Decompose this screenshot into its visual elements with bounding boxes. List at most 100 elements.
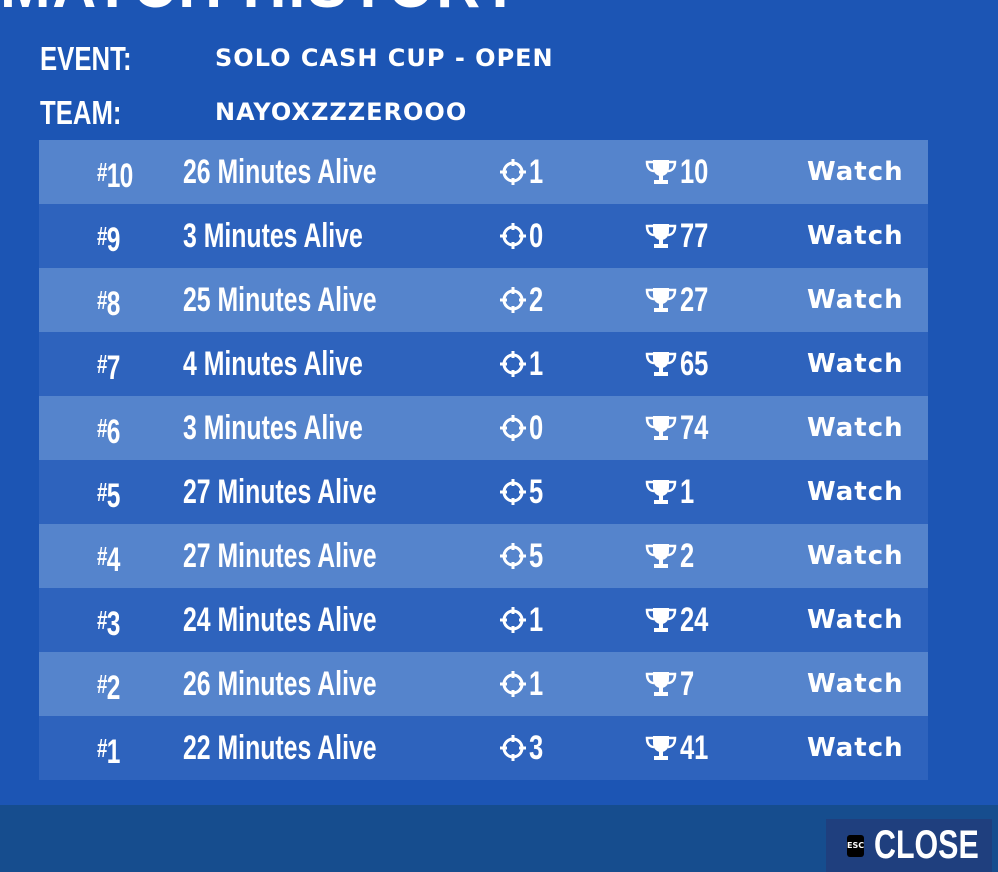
trophy-icon — [645, 606, 680, 634]
eliminations: 1 — [499, 588, 548, 652]
elims-value: 0 — [529, 409, 544, 447]
watch-button[interactable]: Watch — [807, 460, 904, 524]
elims-value: 0 — [529, 217, 544, 255]
placement: #8 — [97, 285, 121, 323]
trophy-icon — [645, 350, 680, 378]
elims-value: 2 — [529, 281, 544, 319]
watch-button[interactable]: Watch — [807, 652, 904, 716]
time-alive: 25 Minutes Alive — [183, 281, 377, 319]
score: 65 — [645, 332, 718, 396]
crosshair-icon — [499, 734, 529, 762]
placement: #2 — [97, 669, 121, 707]
watch-button[interactable]: Watch — [807, 332, 904, 396]
crosshair-icon — [499, 414, 529, 442]
match-row: #8 25 Minutes Alive 2 27 Watch — [39, 268, 928, 332]
event-value: SOLO CASH CUP - OPEN — [215, 44, 554, 72]
placement-value: 1 — [106, 733, 121, 771]
score-value: 77 — [680, 217, 709, 255]
team-label: TEAM: — [40, 94, 122, 131]
placement: #9 — [97, 221, 121, 259]
trophy-icon — [645, 222, 680, 250]
score: 77 — [645, 204, 718, 268]
match-row: #7 4 Minutes Alive 1 65 Watch — [39, 332, 928, 396]
eliminations: 0 — [499, 204, 548, 268]
crosshair-icon — [499, 606, 529, 634]
score: 27 — [645, 268, 718, 332]
event-label: EVENT: — [40, 40, 132, 77]
trophy-icon — [645, 542, 680, 570]
page-title-clipped: MATCH HISTORY — [0, 0, 998, 10]
score-value: 10 — [680, 153, 709, 191]
esc-key-icon: ESC — [847, 834, 865, 857]
watch-button[interactable]: Watch — [807, 268, 904, 332]
placement-value: 4 — [106, 541, 121, 579]
elims-value: 1 — [529, 153, 544, 191]
crosshair-icon — [499, 670, 529, 698]
team-value: NAYOXZZZEROOO — [215, 98, 468, 126]
trophy-icon — [645, 286, 680, 314]
eliminations: 2 — [499, 268, 548, 332]
placement-value: 2 — [106, 669, 121, 707]
eliminations: 1 — [499, 140, 548, 204]
score-value: 2 — [680, 537, 695, 575]
score-value: 1 — [680, 473, 695, 511]
elims-value: 1 — [529, 345, 544, 383]
placement: #1 — [97, 733, 121, 771]
close-label: CLOSE — [874, 823, 979, 867]
score: 7 — [645, 652, 699, 716]
crosshair-icon — [499, 158, 529, 186]
match-row: #3 24 Minutes Alive 1 24 Watch — [39, 588, 928, 652]
watch-button[interactable]: Watch — [807, 204, 904, 268]
placement-value: 6 — [106, 413, 121, 451]
score-value: 65 — [680, 345, 709, 383]
crosshair-icon — [499, 542, 529, 570]
watch-button[interactable]: Watch — [807, 396, 904, 460]
placement: #4 — [97, 541, 121, 579]
eliminations: 5 — [499, 460, 548, 524]
match-row: #6 3 Minutes Alive 0 74 Watch — [39, 396, 928, 460]
watch-button[interactable]: Watch — [807, 588, 904, 652]
placement-value: 8 — [106, 285, 121, 323]
crosshair-icon — [499, 286, 529, 314]
score: 1 — [645, 460, 699, 524]
match-history-table: #10 26 Minutes Alive 1 10 Watch #9 3 Minutes A… — [39, 140, 928, 780]
score-value: 7 — [680, 665, 695, 703]
time-alive: 24 Minutes Alive — [183, 601, 377, 639]
placement-value: 3 — [106, 605, 121, 643]
watch-button[interactable]: Watch — [807, 140, 904, 204]
eliminations: 3 — [499, 716, 548, 780]
match-row: #9 3 Minutes Alive 0 77 Watch — [39, 204, 928, 268]
time-alive: 27 Minutes Alive — [183, 537, 377, 575]
score: 10 — [645, 140, 718, 204]
crosshair-icon — [499, 478, 529, 506]
placement: #3 — [97, 605, 121, 643]
crosshair-icon — [499, 222, 529, 250]
watch-button[interactable]: Watch — [807, 716, 904, 780]
score: 24 — [645, 588, 718, 652]
score-value: 24 — [680, 601, 709, 639]
close-button[interactable]: ESC CLOSE — [826, 819, 992, 872]
match-row: #2 26 Minutes Alive 1 7 Watch — [39, 652, 928, 716]
score: 74 — [645, 396, 718, 460]
match-row: #5 27 Minutes Alive 5 1 Watch — [39, 460, 928, 524]
elims-value: 5 — [529, 537, 544, 575]
placement: #6 — [97, 413, 121, 451]
score: 41 — [645, 716, 718, 780]
crosshair-icon — [499, 350, 529, 378]
placement-value: 9 — [106, 221, 121, 259]
eliminations: 5 — [499, 524, 548, 588]
match-row: #1 22 Minutes Alive 3 41 Watch — [39, 716, 928, 780]
elims-value: 5 — [529, 473, 544, 511]
watch-button[interactable]: Watch — [807, 524, 904, 588]
time-alive: 4 Minutes Alive — [183, 345, 363, 383]
placement: #7 — [97, 349, 120, 387]
eliminations: 1 — [499, 652, 548, 716]
placement: #5 — [97, 477, 120, 515]
trophy-icon — [645, 478, 680, 506]
trophy-icon — [645, 734, 680, 762]
placement: #10 — [97, 157, 133, 195]
time-alive: 3 Minutes Alive — [183, 409, 363, 447]
eliminations: 1 — [499, 332, 548, 396]
match-row: #10 26 Minutes Alive 1 10 Watch — [39, 140, 928, 204]
score-value: 74 — [680, 409, 709, 447]
